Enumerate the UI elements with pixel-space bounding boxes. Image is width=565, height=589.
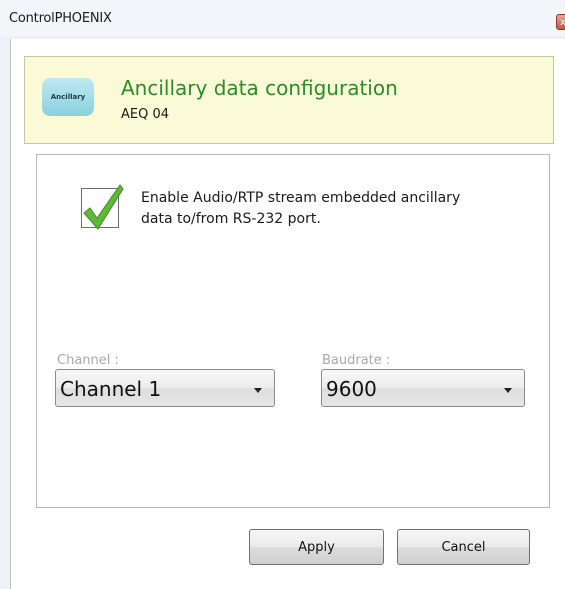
ancillary-badge-icon: Ancillary [42, 78, 94, 116]
apply-button[interactable]: Apply [249, 529, 384, 565]
baudrate-value: 9600 [326, 377, 377, 401]
check-icon [83, 184, 124, 230]
close-button[interactable]: x [556, 14, 565, 30]
title-bar: ControlPHOENIX x [0, 0, 565, 36]
cancel-button[interactable]: Cancel [397, 529, 530, 565]
enable-ancillary-checkbox[interactable] [81, 184, 124, 230]
channel-label: Channel : [57, 353, 119, 368]
baudrate-label: Baudrate : [322, 353, 391, 368]
baudrate-dropdown[interactable]: 9600 [321, 369, 525, 407]
channel-value: Channel 1 [60, 377, 162, 401]
header-panel: Ancillary Ancillary data configuration A… [24, 56, 554, 144]
page-title: Ancillary data configuration [121, 76, 398, 100]
enable-ancillary-label: Enable Audio/RTP stream embedded ancilla… [141, 190, 461, 227]
settings-panel: Enable Audio/RTP stream embedded ancilla… [36, 154, 550, 508]
chevron-down-icon [254, 388, 262, 393]
device-name: AEQ 04 [121, 107, 170, 122]
close-icon: x [560, 17, 565, 28]
channel-dropdown[interactable]: Channel 1 [55, 369, 275, 407]
badge-label: Ancillary [50, 93, 86, 101]
chevron-down-icon [504, 388, 512, 393]
window-title: ControlPHOENIX [9, 11, 112, 26]
dialog-window: ControlPHOENIX x Ancillary Ancillary dat… [0, 0, 565, 589]
